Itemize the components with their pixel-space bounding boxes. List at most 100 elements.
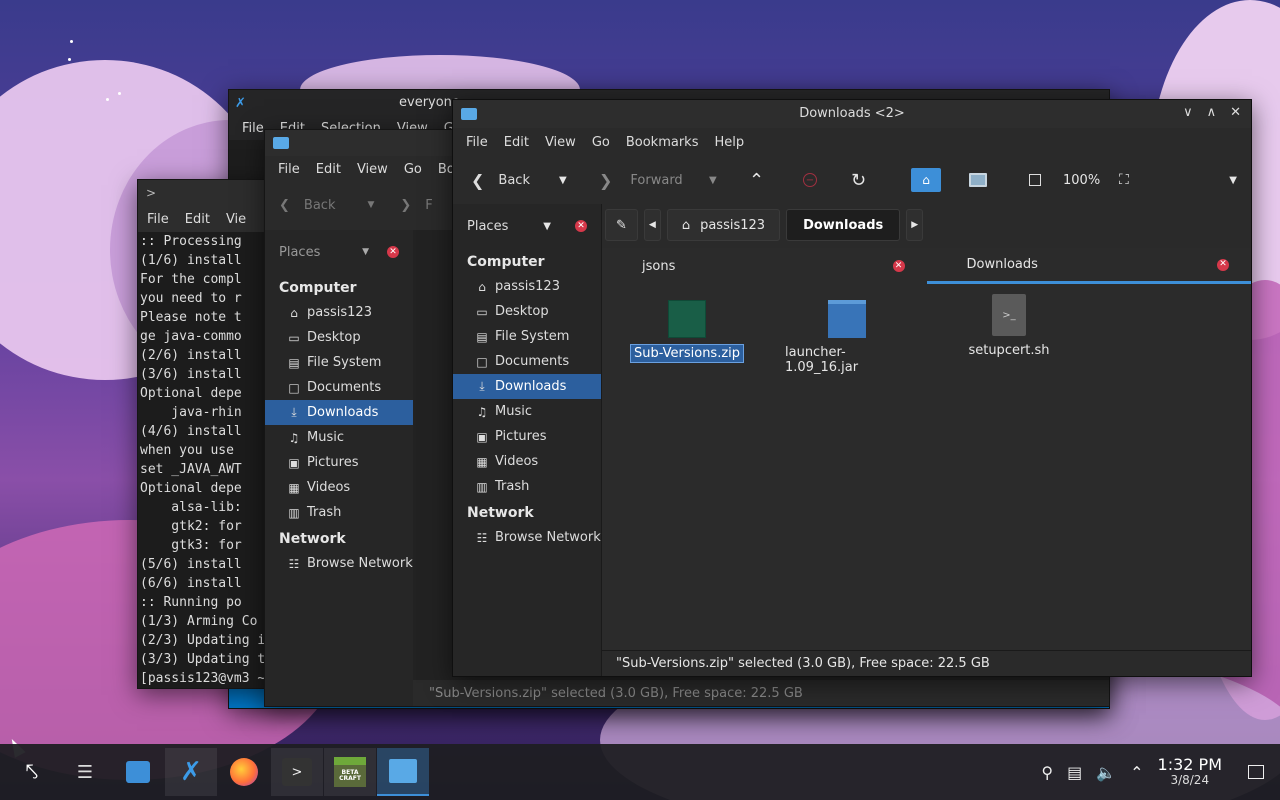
computer-icon[interactable] (969, 173, 987, 187)
fm-back-menu-item[interactable]: Edit (309, 162, 348, 177)
places-selector[interactable]: Places (467, 219, 508, 234)
terminal-output[interactable]: :: Processing (1/6) install For the compl y… (138, 232, 276, 688)
menu-bookmarks[interactable]: Bookmarks (619, 135, 706, 150)
sidebar-item-passis123[interactable]: ⌂ passis123 (453, 274, 601, 299)
file-item[interactable]: Sub-Versions.zip (622, 300, 752, 363)
menu-go[interactable]: Go (585, 135, 617, 150)
fm-back-menu-item[interactable]: View (350, 162, 395, 177)
tab-jsons[interactable]: jsons ✕ (602, 248, 927, 284)
toolbar-menu-icon[interactable]: ▼ (1229, 175, 1237, 186)
vscode-taskbar-button[interactable]: ✗ (165, 748, 217, 796)
path-scroll-left[interactable]: ◀ (643, 209, 661, 241)
sidebar-item-desktop[interactable]: ▭ Desktop (453, 299, 601, 324)
pencil-icon: ✎ (616, 217, 627, 233)
places-label[interactable]: Places (279, 245, 320, 260)
terminal-line: (4/6) install (140, 424, 242, 439)
network-icon: ☷ (288, 556, 300, 571)
close-tab-icon[interactable]: ✕ (1217, 258, 1229, 271)
sidebar-item-music[interactable]: ♫ Music (265, 425, 413, 450)
tray-expand-icon[interactable]: ⌃ (1130, 763, 1143, 782)
fullscreen-icon[interactable]: ⛶ (1119, 172, 1129, 188)
show-desktop-icon[interactable] (1248, 765, 1264, 779)
back-button[interactable]: ❮ Back (471, 171, 530, 190)
firefox-taskbar-button[interactable] (218, 748, 270, 796)
sidebar-item-videos[interactable]: ▦ Videos (265, 475, 413, 500)
edit-path-button[interactable]: ✎ (605, 209, 638, 241)
fm-back-back-button[interactable]: Back (304, 198, 336, 213)
forward-button[interactable]: ❯ Forward (599, 171, 683, 190)
sidebar-item-pictures[interactable]: ▣ Pictures (453, 424, 601, 449)
chevron-down-icon[interactable]: ▼ (543, 221, 551, 232)
terminal-window[interactable]: > File Edit Vie :: Processing (1/6) insta… (137, 179, 277, 689)
statusbar: "Sub-Versions.zip" selected (3.0 GB), Fr… (602, 650, 1251, 676)
fm-back-menu-item[interactable]: File (271, 162, 307, 177)
fm-back-menu-item[interactable]: Go (397, 162, 429, 177)
tab-downloads[interactable]: Downloads ✕ (926, 248, 1251, 284)
sidebar-item-documents[interactable]: □ Documents (265, 375, 413, 400)
path-segment-downloads[interactable]: Downloads (786, 209, 901, 241)
close-icon[interactable]: ✕ (1230, 105, 1241, 120)
terminal-line: when you use (140, 443, 234, 458)
menu-edit[interactable]: Edit (497, 135, 536, 150)
stop-icon[interactable]: − (803, 173, 817, 187)
volume-muted-icon[interactable]: 🔈 (1096, 763, 1116, 782)
maximize-icon[interactable]: ∧ (1207, 105, 1217, 120)
sidebar-item-videos[interactable]: ▦ Videos (453, 449, 601, 474)
sidebar-item-passis123[interactable]: ⌂ passis123 (265, 300, 413, 325)
back-arrow-icon[interactable]: ❮ (279, 198, 290, 213)
chevron-down-icon[interactable]: ▼ (362, 247, 369, 257)
close-sidebar-icon[interactable]: ✕ (575, 220, 587, 232)
sidebar-item-trash[interactable]: ▥ Trash (265, 500, 413, 525)
back-arrow-icon: ❮ (471, 170, 485, 190)
sidebar-item-pictures[interactable]: ▣ Pictures (265, 450, 413, 475)
home-folder-icon[interactable]: ⌂ (911, 168, 941, 192)
file-view[interactable]: jsons ✕ Downloads ✕ Sub-Versions.zip lau… (602, 248, 1251, 650)
menu-view[interactable]: View (538, 135, 583, 150)
system-settings-button[interactable]: ☰ (59, 748, 111, 796)
network-status-icon[interactable]: ⚲ (1041, 763, 1053, 782)
fm-back-forward-button[interactable]: F (425, 198, 432, 213)
sidebar-item-browse-network[interactable]: ☷ Browse Network (265, 551, 413, 576)
forward-history-dropdown[interactable]: ▼ (709, 175, 717, 186)
close-tab-icon[interactable]: ✕ (892, 260, 905, 272)
terminal-menu-item[interactable]: Vie (219, 212, 253, 227)
sidebar-item-music[interactable]: ♫ Music (453, 399, 601, 424)
forward-arrow-icon[interactable]: ❯ (400, 198, 411, 213)
parent-folder-icon[interactable]: ⌃ (749, 170, 764, 191)
minimize-icon[interactable]: ∨ (1183, 105, 1193, 120)
music-icon: ♫ (288, 430, 300, 445)
zoom-level[interactable]: 100% (1063, 173, 1100, 188)
betacraft-taskbar-button[interactable]: BETA CRAFT (324, 748, 376, 796)
reload-icon[interactable]: ↻ (851, 170, 866, 191)
menu-help[interactable]: Help (707, 135, 751, 150)
application-launcher-button[interactable]: ⤣ (6, 748, 58, 796)
file-manager-taskbar-button[interactable] (377, 748, 429, 796)
file-item[interactable]: launcher-1.09_16.jar (782, 300, 912, 376)
clock[interactable]: 1:32 PM 3/8/24 (1158, 755, 1222, 788)
sidebar-item-downloads[interactable]: ⤓ Downloads (453, 374, 601, 399)
sidebar-item-browse-network[interactable]: ☷ Browse Network (453, 525, 601, 550)
file-item[interactable]: >_ setupcert.sh (944, 294, 1074, 359)
close-icon[interactable]: ✕ (387, 246, 399, 258)
fm-titlebar: Downloads <2> ∨ ∧ ✕ (453, 100, 1251, 128)
sidebar-item-file-system[interactable]: ▤ File System (453, 324, 601, 349)
path-scroll-right[interactable]: ▶ (906, 209, 924, 241)
status-text: "Sub-Versions.zip" selected (3.0 GB), Fr… (616, 656, 990, 671)
chevron-down-icon[interactable]: ▼ (367, 200, 374, 210)
file-manager-window[interactable]: Downloads <2> ∨ ∧ ✕ File Edit View Go Bo… (452, 99, 1252, 677)
sidebar-item-file-system[interactable]: ▤ File System (265, 350, 413, 375)
sidebar-item-downloads[interactable]: ⤓ Downloads (265, 400, 413, 425)
clipboard-icon[interactable]: ▤ (1067, 763, 1082, 782)
path-segment-home[interactable]: ⌂ passis123 (666, 209, 781, 241)
sidebar-item-trash[interactable]: ▥ Trash (453, 474, 601, 499)
terminal-menu-item[interactable]: File (140, 212, 176, 227)
terminal-line: Optional depe (140, 481, 242, 496)
sidebar-item-documents[interactable]: □ Documents (453, 349, 601, 374)
terminal-taskbar-button[interactable]: > (271, 748, 323, 796)
terminal-menu-item[interactable]: Edit (178, 212, 217, 227)
sidebar-item-desktop[interactable]: ▭ Desktop (265, 325, 413, 350)
back-history-dropdown[interactable]: ▼ (559, 175, 567, 186)
zoom-reset-icon[interactable] (1029, 174, 1041, 186)
discover-button[interactable] (112, 748, 164, 796)
menu-file[interactable]: File (459, 135, 495, 150)
